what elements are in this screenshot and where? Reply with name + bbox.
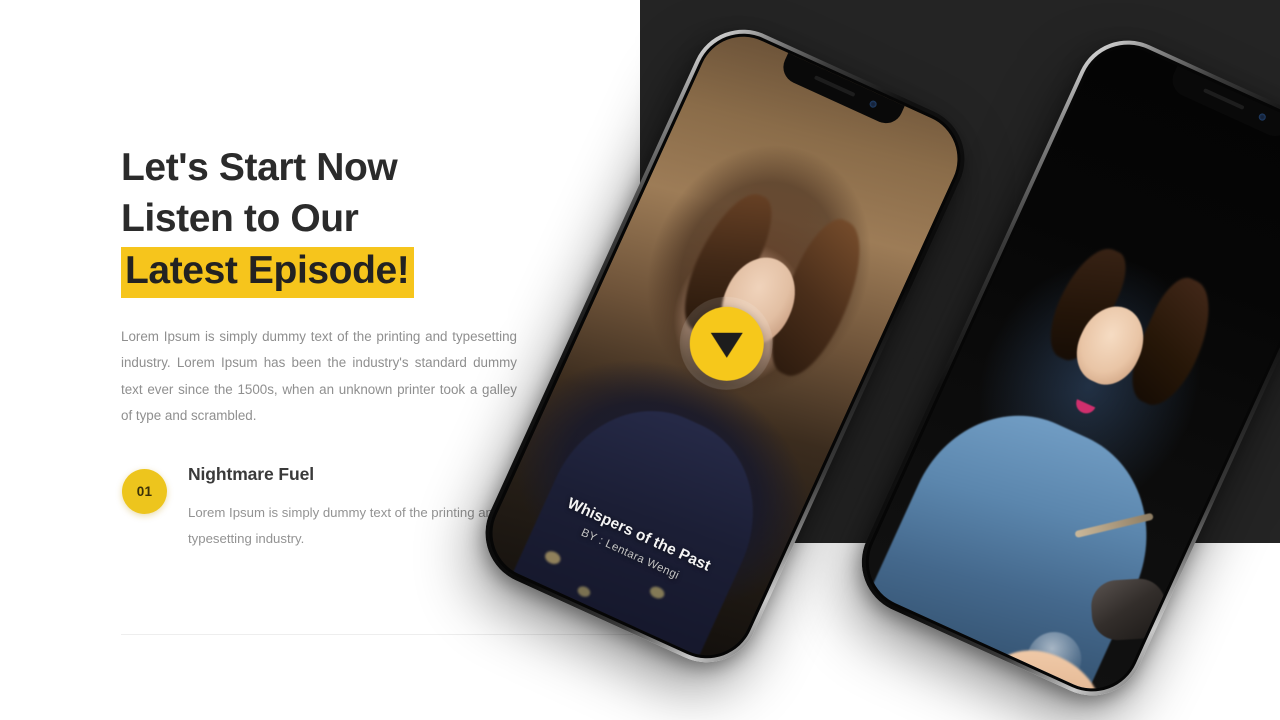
play-button-wrapper	[679, 296, 773, 390]
feature-number-badge: 01	[122, 469, 167, 514]
front-camera-icon	[868, 99, 878, 109]
footer-divider	[121, 634, 633, 635]
slide-root: Let's Start Now Listen to Our Latest Epi…	[0, 0, 1280, 720]
headline-line-3-highlighted: Latest Episode!	[121, 245, 541, 298]
headline-line-2: Listen to Our	[121, 197, 359, 240]
feature-item: 01 Nightmare Fuel Lorem Ipsum is simply …	[121, 462, 541, 551]
headline-highlight-mark: Latest Episode!	[121, 247, 415, 298]
play-triangle-down-icon	[710, 332, 743, 358]
headline-line-1: Let's Start Now	[121, 146, 398, 189]
feature-description: Lorem Ipsum is simply dummy text of the …	[188, 505, 501, 546]
front-camera-icon	[1257, 112, 1267, 122]
play-button-ring	[679, 296, 773, 390]
photo-2-microphone	[1090, 577, 1168, 643]
left-content-column: Let's Start Now Listen to Our Latest Epi…	[121, 0, 633, 720]
photo-2-smile	[1072, 399, 1095, 417]
speaker-grille-icon	[813, 75, 856, 98]
play-button[interactable]	[689, 306, 764, 381]
page-title: Let's Start Now Listen to Our Latest Epi…	[121, 142, 541, 298]
feature-title: Nightmare Fuel	[188, 464, 314, 484]
body-paragraph: Lorem Ipsum is simply dummy text of the …	[121, 329, 517, 424]
speaker-grille-icon	[1202, 88, 1245, 110]
